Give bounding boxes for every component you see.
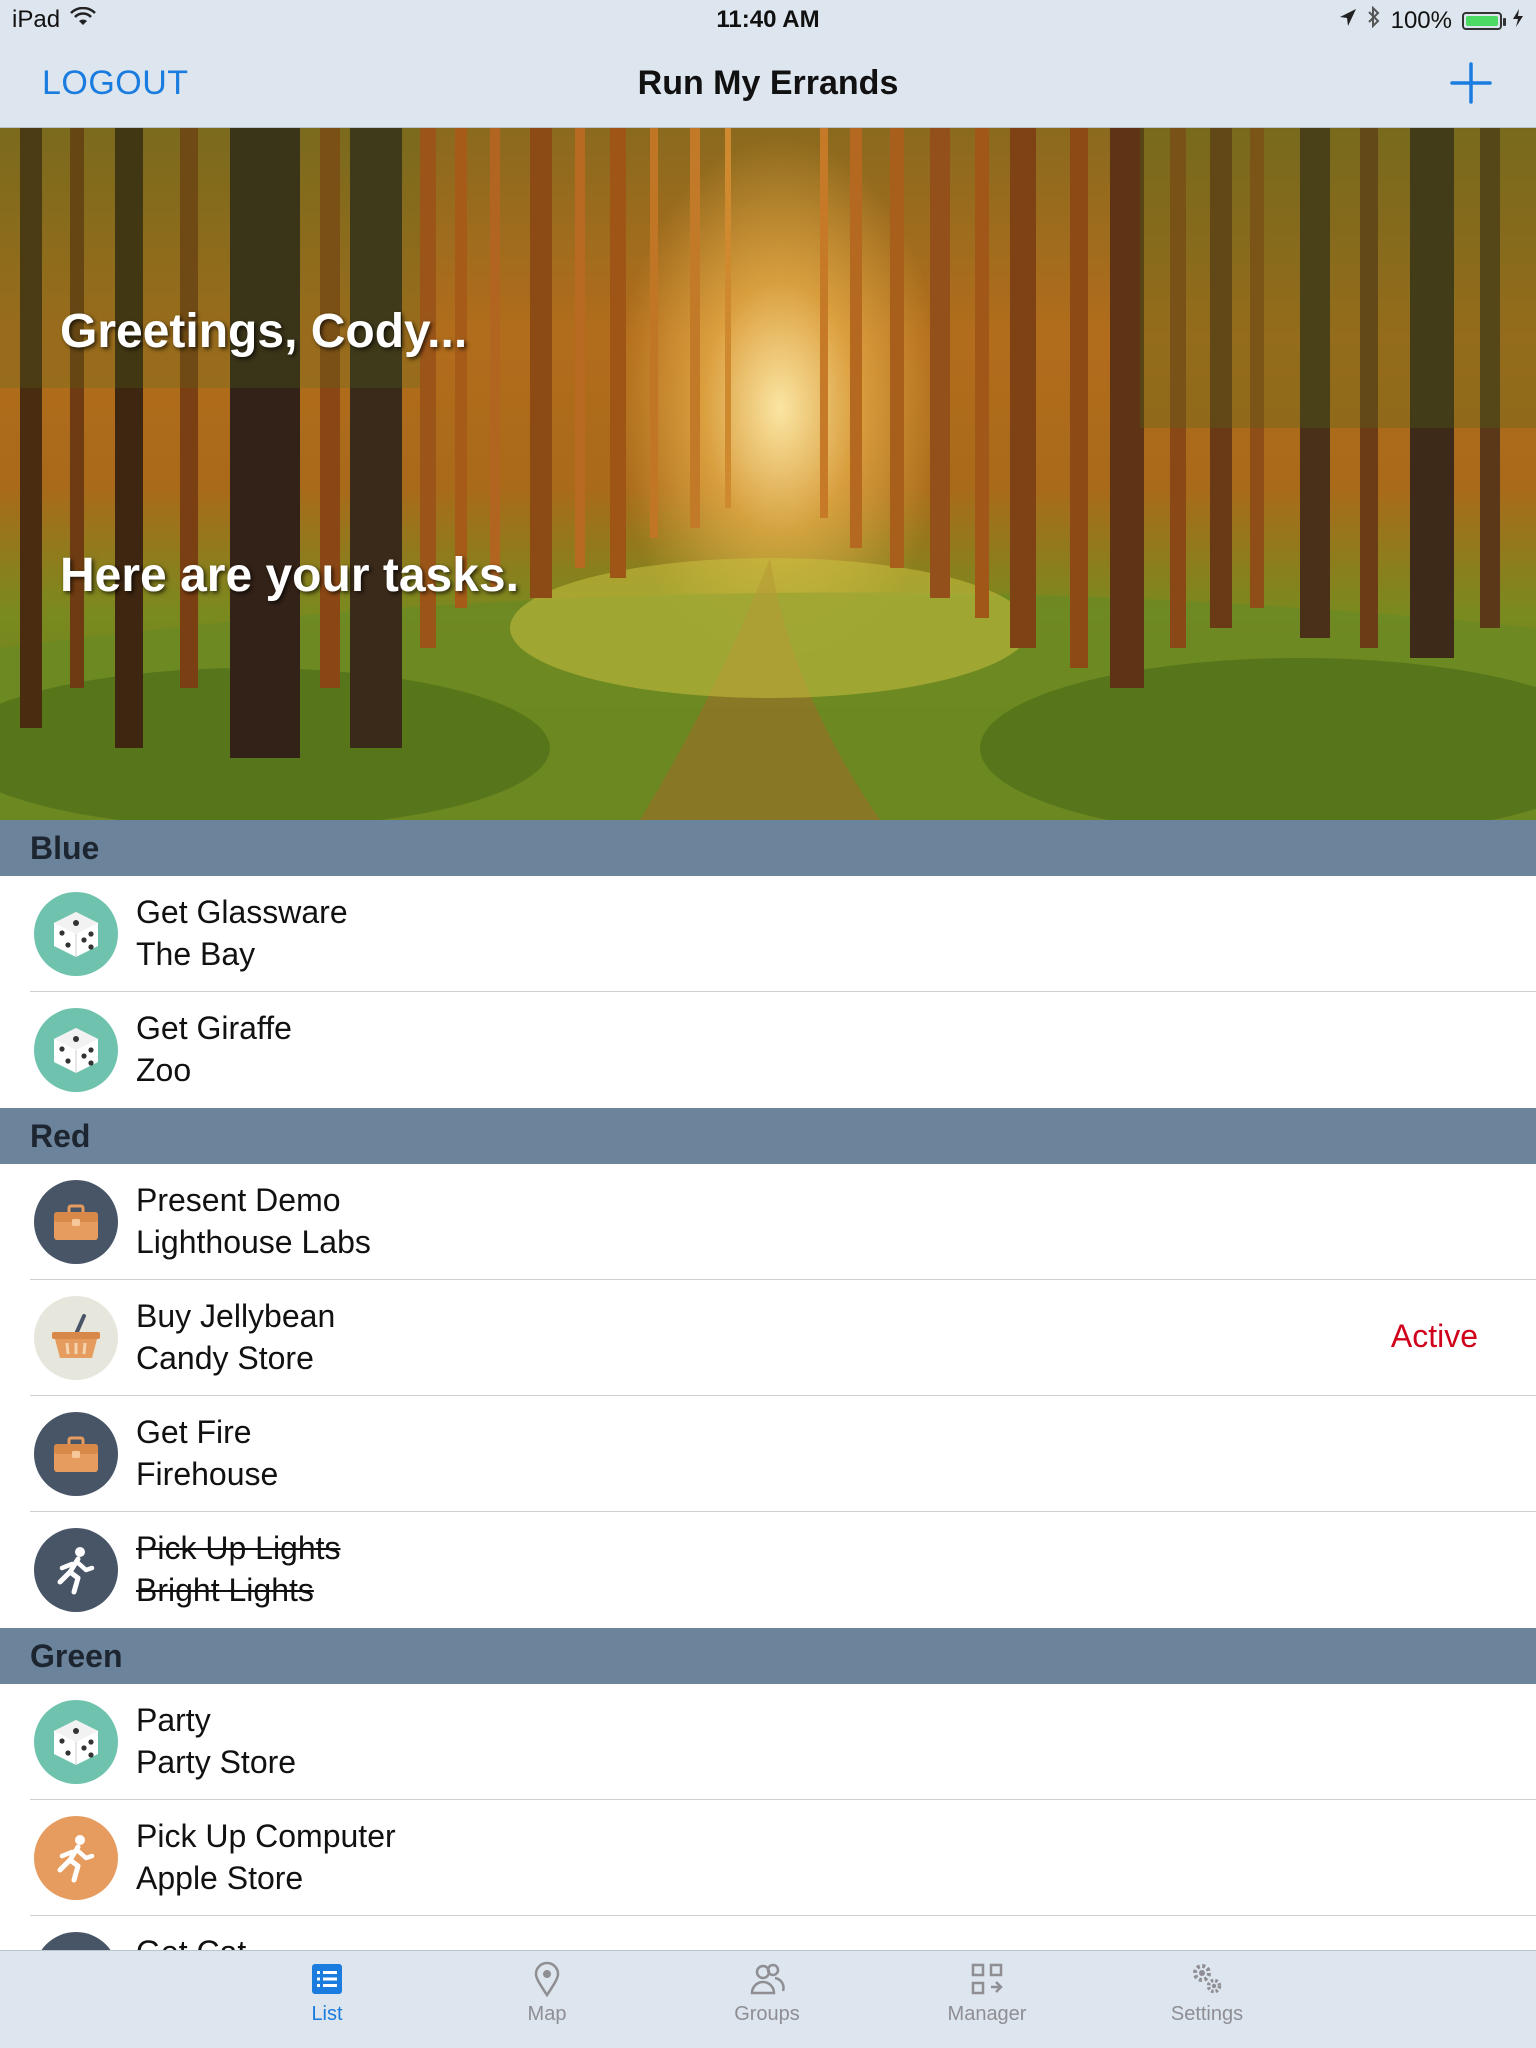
item-location: Firehouse <box>136 1456 279 1492</box>
list-item[interactable]: Get Fire Firehouse <box>0 1396 1536 1512</box>
tab-groups[interactable]: Groups <box>692 1961 842 2026</box>
item-location: Lighthouse Labs <box>136 1224 371 1260</box>
basket-icon <box>34 1296 118 1380</box>
list-item[interactable]: Present Demo Lighthouse Labs <box>0 1164 1536 1280</box>
briefcase-icon <box>34 1412 118 1496</box>
add-errand-button[interactable] <box>1446 58 1496 108</box>
dice-icon <box>34 1700 118 1784</box>
item-location: Candy Store <box>136 1340 314 1376</box>
tab-label: Manager <box>947 2003 1027 2025</box>
item-location: The Bay <box>136 936 256 972</box>
list-item-completed[interactable]: Pick Up Lights Bright Lights <box>0 1512 1536 1628</box>
tab-settings[interactable]: Settings <box>1132 1961 1282 2026</box>
briefcase-icon <box>34 1180 118 1264</box>
tab-list[interactable]: List <box>252 1961 402 2026</box>
greeting-text: Greetings, Cody... <box>60 305 468 358</box>
battery-percent: 100% <box>1390 6 1452 34</box>
status-right: 100% <box>1339 5 1524 35</box>
section-header-blue: Blue <box>0 820 1536 876</box>
item-title: Party <box>136 1702 211 1738</box>
gears-icon <box>1193 1964 1222 1994</box>
forest-image <box>0 128 1536 820</box>
runner-icon <box>34 1528 118 1612</box>
list-item[interactable]: Buy Jellybean Candy Store Active <box>0 1280 1536 1396</box>
status-badge: Active <box>1390 1318 1478 1354</box>
item-title: Get Giraffe <box>136 1010 292 1046</box>
tasks-subtitle: Here are your tasks. <box>60 549 519 602</box>
status-bar: iPad 11:40 AM 100% <box>0 0 1536 40</box>
logout-button[interactable]: LOGOUT <box>42 64 189 103</box>
plus-icon <box>1450 62 1492 104</box>
list-item[interactable]: Get Giraffe Zoo <box>0 992 1536 1108</box>
item-title: Buy Jellybean <box>136 1298 336 1334</box>
tab-label: Settings <box>1170 2003 1244 2025</box>
section-header-green: Green <box>0 1628 1536 1684</box>
navigation-bar: LOGOUT Run My Errands <box>0 40 1536 128</box>
item-title: Get Glassware <box>136 894 348 930</box>
charging-icon <box>1512 7 1524 35</box>
groups-icon <box>750 1963 785 1995</box>
bluetooth-icon <box>1367 5 1381 35</box>
location-arrow-icon <box>1339 7 1357 35</box>
tab-bar: List Map Groups Manager Settings <box>0 1950 1536 2048</box>
item-title: Pick Up Computer <box>136 1818 396 1854</box>
list-item[interactable]: Party Party Store <box>0 1684 1536 1800</box>
item-title: Present Demo <box>136 1182 341 1218</box>
list-icon <box>312 1964 342 1994</box>
list-item[interactable]: Pick Up Computer Apple Store <box>0 1800 1536 1916</box>
item-title: Pick Up Lights <box>136 1530 341 1566</box>
list-item[interactable]: Get Glassware The Bay <box>0 876 1536 992</box>
section-header-red: Red <box>0 1108 1536 1164</box>
tab-label: Map <box>527 2003 567 2025</box>
item-location: Apple Store <box>136 1860 304 1896</box>
item-location: Zoo <box>136 1052 192 1088</box>
item-location: Party Store <box>136 1744 297 1780</box>
runner-icon <box>34 1816 118 1900</box>
tab-manager[interactable]: Manager <box>912 1961 1062 2026</box>
page-title: Run My Errands <box>637 64 899 102</box>
map-pin-icon <box>534 1961 560 1997</box>
manager-icon <box>971 1963 1003 1995</box>
dice-icon <box>34 1008 118 1092</box>
tab-map[interactable]: Map <box>472 1961 622 2026</box>
errand-list: Blue Get Glassware The Bay Get Giraffe Z… <box>0 820 1536 2032</box>
tab-label: List <box>311 2003 343 2025</box>
hero-banner: Greetings, Cody... Here are your tasks. <box>0 128 1536 820</box>
tab-label: Groups <box>734 2003 800 2025</box>
item-location: Bright Lights <box>136 1572 314 1608</box>
item-title: Get Fire <box>136 1414 252 1450</box>
dice-icon <box>34 892 118 976</box>
status-time: 11:40 AM <box>716 6 820 33</box>
battery-icon <box>1462 11 1506 30</box>
